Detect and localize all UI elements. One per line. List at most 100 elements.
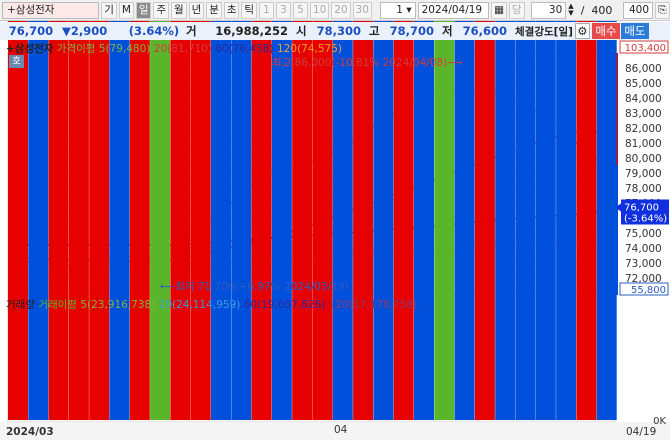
chevron-down-icon: ▾ xyxy=(406,3,412,16)
price-tick: 86,000 xyxy=(625,63,662,75)
count-spinner-icon[interactable]: ▲ ▼ xyxy=(568,3,573,17)
candle-body xyxy=(354,83,373,115)
calendar-icon[interactable]: ▦ xyxy=(491,1,507,19)
gi-button[interactable]: 기 xyxy=(101,1,117,19)
candle-body xyxy=(516,114,535,127)
price-change: ▼2,900 xyxy=(62,24,108,38)
price-tick: 77,000 xyxy=(625,198,662,210)
volume-bar xyxy=(109,0,130,420)
current-price-label: 76,700 xyxy=(624,203,659,214)
low-annotation: ⟵최저 71,700(+6.97% 2024/03/19) xyxy=(160,281,349,293)
candle-body xyxy=(90,243,109,245)
date-label: 04/19 xyxy=(626,426,656,438)
min-price-label: 55,800 xyxy=(631,285,666,296)
period-week[interactable]: 주 xyxy=(153,1,170,19)
candle-body xyxy=(212,164,230,175)
candle-body xyxy=(110,257,129,274)
total-input[interactable]: 400 xyxy=(623,1,653,19)
volume-bar xyxy=(373,0,394,420)
legend-vma5: 5(23,916,738) xyxy=(80,299,156,311)
candle-body xyxy=(130,266,149,269)
total-count: 400 xyxy=(591,3,613,17)
price-tick: 78,000 xyxy=(625,183,662,195)
volume-bar xyxy=(89,0,110,420)
ma60-line xyxy=(18,210,607,246)
volume-bar xyxy=(454,0,475,420)
volume-bar xyxy=(211,0,231,420)
price-tick: 84,000 xyxy=(625,93,662,105)
candle-body xyxy=(151,266,170,274)
candle-body xyxy=(536,140,555,158)
ma20-line xyxy=(17,130,607,263)
interval-3[interactable]: 3 xyxy=(276,1,292,19)
gear-icon[interactable]: ⚙ xyxy=(574,23,590,39)
price-tick: 80,000 xyxy=(625,153,662,165)
interval-20[interactable]: 20 xyxy=(331,1,351,19)
volume-bar xyxy=(28,0,49,420)
candle-body xyxy=(374,93,393,97)
interval-10[interactable]: 10 xyxy=(310,1,330,19)
count-input[interactable]: 30 xyxy=(530,1,567,19)
candle-body xyxy=(597,183,616,208)
volume-bar xyxy=(495,0,516,420)
max-price-label: 103,400 xyxy=(625,43,666,54)
volume-bar xyxy=(251,0,272,420)
candle-body xyxy=(272,162,291,170)
candle-body xyxy=(475,96,494,110)
candle-body xyxy=(394,78,413,80)
candle-body xyxy=(9,258,27,266)
candle-body xyxy=(435,81,454,91)
ho-button[interactable]: 호 xyxy=(9,55,24,68)
period-year[interactable]: 년 xyxy=(188,1,205,19)
buy-button[interactable]: 매수 xyxy=(591,23,620,39)
stock-code-input[interactable]: +삼성전자 xyxy=(2,1,100,19)
sell-button[interactable]: 매도 xyxy=(620,23,649,39)
change-rate: (3.64%) xyxy=(128,24,180,38)
price-tick: 82,000 xyxy=(625,123,662,135)
unit-value: 1 xyxy=(396,3,403,16)
candle-body xyxy=(293,146,312,167)
period-tick[interactable]: 틱 xyxy=(241,1,258,19)
legend-ma120: 120(74,575) xyxy=(277,43,343,55)
today-button[interactable]: 당 xyxy=(508,1,525,19)
date-label: 2024/03 xyxy=(6,426,54,438)
legend-stock-name: +삼성전자 xyxy=(6,43,54,55)
min-box xyxy=(619,282,669,296)
date-label: 04 xyxy=(334,424,348,436)
volume-value: 16,988,252 xyxy=(215,24,288,38)
volume-bar xyxy=(271,0,292,420)
high-value: 78,700 xyxy=(389,24,434,38)
volume-bar xyxy=(556,0,577,420)
candle-body xyxy=(415,90,433,92)
candle-body xyxy=(171,204,190,253)
candle-body xyxy=(333,110,352,128)
date-input[interactable]: 2024/04/19 xyxy=(417,1,490,19)
price-volume-chart[interactable]: 72,000 73,000 74,000 75,000 76,000 77,000 78,0… xyxy=(0,0,670,440)
settings-export-icon[interactable]: ⎘ xyxy=(655,1,670,19)
volume-bar xyxy=(576,0,597,420)
price-pane xyxy=(7,52,616,296)
candle-body xyxy=(49,258,68,269)
price-legend: +삼성전자 가격이평 5(79,480) 20(81,710) 60(76,45… xyxy=(6,41,342,56)
candle-body xyxy=(313,122,332,140)
interval-30[interactable]: 30 xyxy=(352,1,372,19)
period-minute[interactable]: 분 xyxy=(206,1,222,19)
max-box xyxy=(619,40,669,54)
legend-ma-label: 가격이평 xyxy=(56,43,96,55)
period-month[interactable]: 월 xyxy=(171,1,187,19)
period-second[interactable]: 초 xyxy=(223,1,240,19)
interval-1[interactable]: 1 xyxy=(259,1,275,19)
high-annotation: 최고 86,000(-10.81% 2024/04/08)⟶ xyxy=(272,57,462,69)
volume-bar xyxy=(48,0,69,420)
period-day[interactable]: 일 xyxy=(135,1,152,19)
candle-body xyxy=(252,159,271,163)
interval-5[interactable]: 5 xyxy=(293,1,309,19)
price-tick: 72,000 xyxy=(625,273,662,285)
candle-body xyxy=(69,246,88,253)
price-tick: 76,000 xyxy=(625,213,662,225)
m-button[interactable]: M xyxy=(118,1,134,19)
toolbar: +삼성전자 기 M 일 주 월 년 분 초 틱 1 3 5 10 20 30 1… xyxy=(0,0,670,21)
open-label: 시 xyxy=(296,24,307,38)
current-price-pointer-icon xyxy=(615,203,621,212)
unit-select[interactable]: 1 ▾ xyxy=(379,1,416,19)
